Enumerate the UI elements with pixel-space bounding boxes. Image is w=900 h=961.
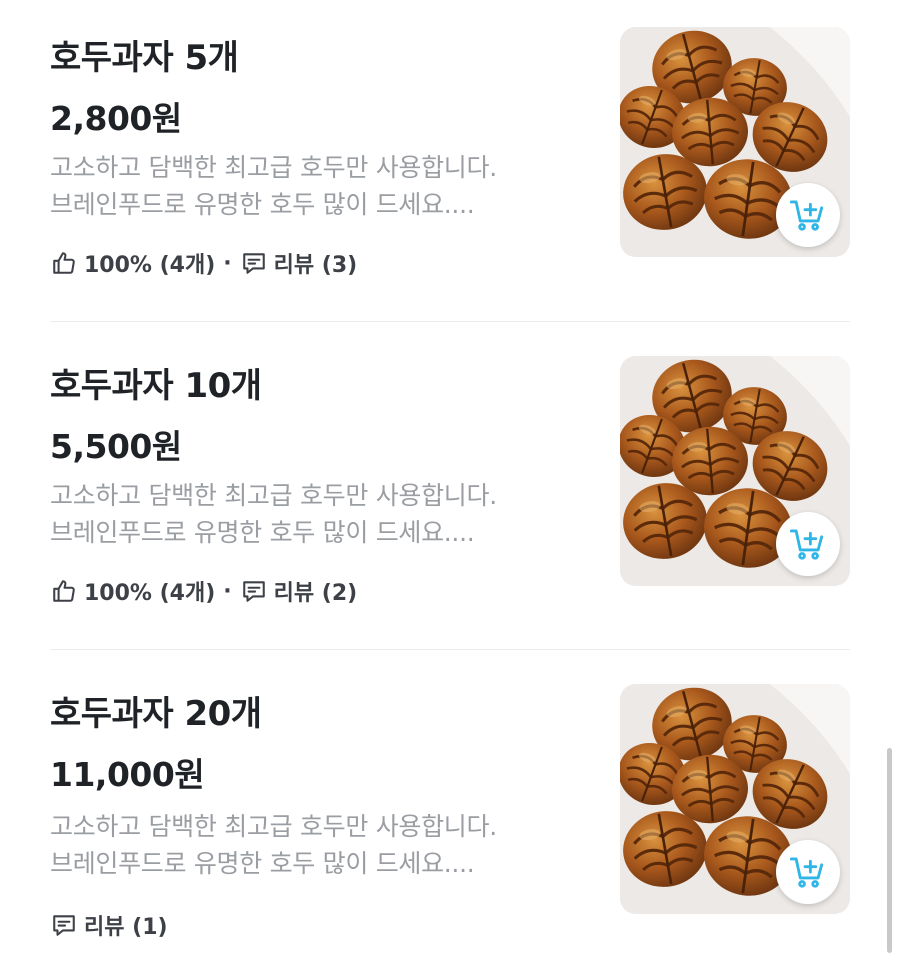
product-image[interactable] xyxy=(620,356,850,586)
review-icon xyxy=(50,911,78,939)
product-list: 호두과자 5개 2,800원 고소하고 담백한 최고급 호두만 사용합니다. 브… xyxy=(0,0,900,961)
product-name: 호두과자 10개 xyxy=(50,366,262,406)
add-to-cart-icon xyxy=(789,529,824,560)
product-meta: 100% (4개) · 리뷰 (3) xyxy=(50,248,357,278)
add-to-cart-button[interactable] xyxy=(776,512,840,576)
review-icon xyxy=(240,249,268,277)
product-item[interactable]: 호두과자 20개 11,000원 고소하고 담백한 최고급 호두만 사용합니다.… xyxy=(0,650,900,961)
product-price: 2,800원 xyxy=(50,99,182,138)
review-count[interactable]: 리뷰 (2) xyxy=(274,575,358,607)
product-item[interactable]: 호두과자 5개 2,800원 고소하고 담백한 최고급 호두만 사용합니다. 브… xyxy=(0,0,900,322)
product-description: 고소하고 담백한 최고급 호두만 사용합니다. 브레인푸드로 유명한 호두 많이… xyxy=(50,149,497,223)
like-rate: 100% (4개) xyxy=(84,253,216,278)
add-to-cart-button[interactable] xyxy=(776,183,840,247)
product-name: 호두과자 5개 xyxy=(50,38,239,78)
product-name: 호두과자 20개 xyxy=(50,694,262,734)
add-to-cart-icon xyxy=(789,200,824,231)
thumbs-up-icon xyxy=(50,577,78,605)
add-to-cart-icon xyxy=(789,857,824,888)
description-line: 고소하고 담백한 최고급 호두만 사용합니다. xyxy=(50,812,497,841)
description-line: 고소하고 담백한 최고급 호두만 사용합니다. xyxy=(50,153,497,182)
add-to-cart-button[interactable] xyxy=(776,840,840,904)
product-image[interactable] xyxy=(620,684,850,914)
product-description: 고소하고 담백한 최고급 호두만 사용합니다. 브레인푸드로 유명한 호두 많이… xyxy=(50,477,497,551)
product-price: 11,000원 xyxy=(50,755,205,794)
description-line: 브레인푸드로 유명한 호두 많이 드세요.... xyxy=(50,849,475,878)
description-line: 고소하고 담백한 최고급 호두만 사용합니다. xyxy=(50,481,497,510)
product-description: 고소하고 담백한 최고급 호두만 사용합니다. 브레인푸드로 유명한 호두 많이… xyxy=(50,808,497,882)
scrollbar[interactable] xyxy=(887,748,892,953)
review-icon xyxy=(240,577,268,605)
description-line: 브레인푸드로 유명한 호두 많이 드세요.... xyxy=(50,518,475,547)
separator-dot: · xyxy=(223,250,232,276)
thumbs-up-icon xyxy=(50,249,78,277)
product-item[interactable]: 호두과자 10개 5,500원 고소하고 담백한 최고급 호두만 사용합니다. … xyxy=(0,322,900,650)
product-image[interactable] xyxy=(620,27,850,257)
description-line: 브레인푸드로 유명한 호두 많이 드세요.... xyxy=(50,190,475,219)
review-count[interactable]: 리뷰 (1) xyxy=(84,909,168,941)
like-rate: 100% (4개) xyxy=(84,581,216,606)
separator-dot: · xyxy=(223,578,232,604)
product-price: 5,500원 xyxy=(50,427,182,466)
review-count[interactable]: 리뷰 (3) xyxy=(274,247,358,279)
product-meta: 리뷰 (1) xyxy=(50,910,168,940)
product-meta: 100% (4개) · 리뷰 (2) xyxy=(50,576,357,606)
